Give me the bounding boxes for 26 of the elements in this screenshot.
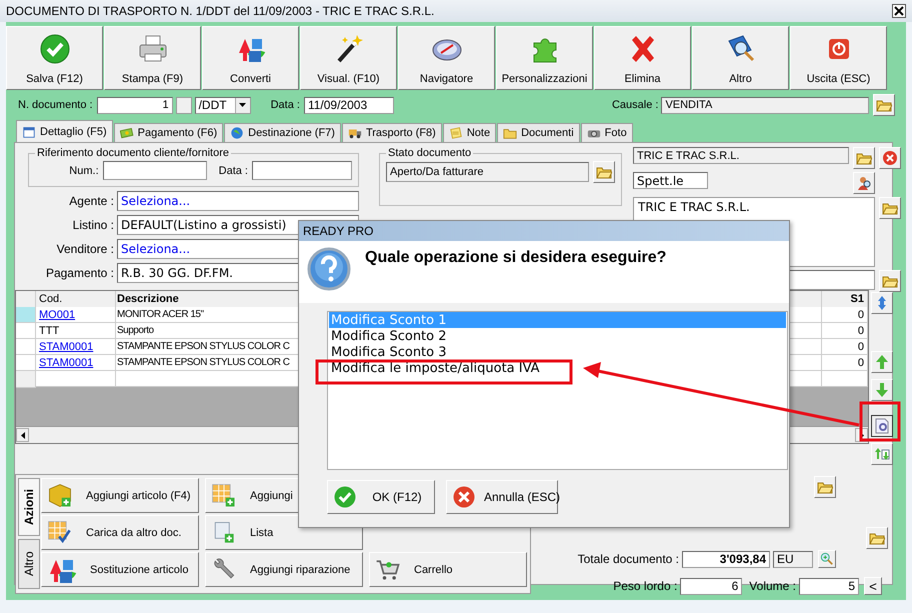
table-cell: Supporto <box>116 323 300 339</box>
table-cell: STAMPANTE EPSON STYLUS COLOR C <box>116 339 300 355</box>
table-cell: 0 <box>822 339 868 355</box>
total-field: 3'093,84 <box>682 550 770 568</box>
total-label: Totale documento : <box>578 552 679 566</box>
table-cell: 0 <box>822 307 868 323</box>
dialog-question: Quale operazione si desidera eseguire? <box>365 248 666 268</box>
field-label: Venditore : <box>56 242 114 256</box>
group-title: Stato documento <box>387 147 472 159</box>
field-label: Num.: <box>69 164 99 176</box>
field-label: Causale : <box>612 99 658 111</box>
group-title: Riferimento documento cliente/fornitore <box>36 147 230 159</box>
field-label: Pagamento : <box>44 266 114 280</box>
table-cell: STAMPANTE EPSON STYLUS COLOR C <box>116 355 300 371</box>
table-cell: 0 <box>822 355 868 371</box>
table-cell: MONITOR ACER 15" <box>116 307 300 323</box>
code-text: TTT <box>39 324 60 336</box>
field-label: Data : <box>270 99 300 111</box>
window-title: DOCUMENTO DI TRASPORTO N. 1/DDT del 11/09/2003 - TRIC E TRAC S.R.L. <box>6 4 434 18</box>
weight-label: Peso lordo : <box>613 579 678 593</box>
field-label: N. documento : <box>18 99 93 111</box>
table-cell: 0 <box>822 323 868 339</box>
volume-label: Volume : <box>749 579 796 593</box>
field-label: Listino : <box>72 218 114 232</box>
field-label: Agente : <box>68 194 114 208</box>
field-label: Data : <box>218 164 248 176</box>
